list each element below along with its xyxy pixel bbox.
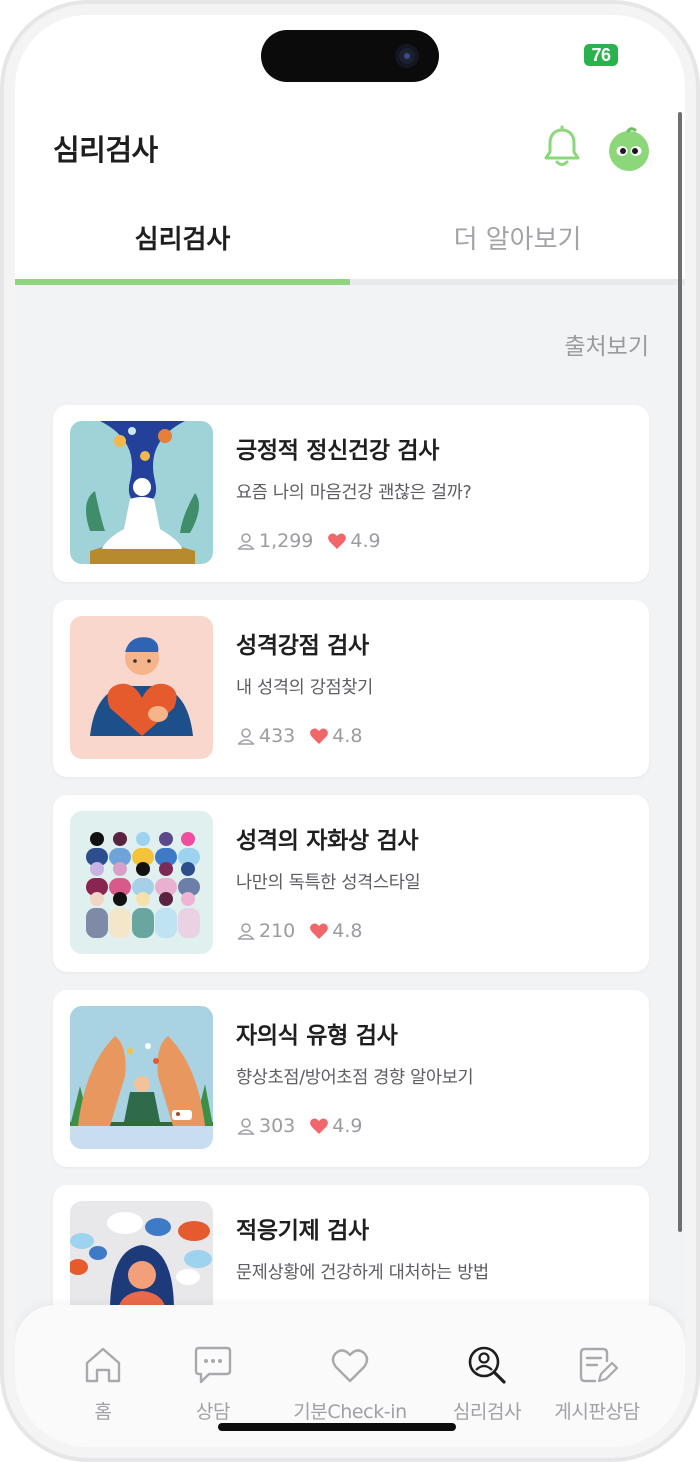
edit-note-icon (579, 1347, 619, 1383)
rating-value: 4.8 (332, 920, 363, 942)
home-icon (85, 1347, 121, 1383)
nav-home[interactable]: 홈 (43, 1305, 163, 1425)
test-meta: 303 4.9 (236, 1114, 362, 1138)
test-meta: 1,299 4.9 (236, 529, 381, 553)
tab-bar: 심리검사 더 알아보기 (15, 205, 685, 285)
nav-label: 상담 (195, 1401, 231, 1423)
camera-icon (395, 44, 419, 68)
person-icon (237, 728, 255, 745)
test-meta: 210 4.8 (236, 919, 362, 943)
test-subtitle: 내 성격의 강점찾기 (236, 678, 373, 698)
test-card-self-portrait[interactable]: 성격의 자화상 검사 나만의 독특한 성격스타일 210 4.8 (53, 795, 649, 972)
chat-bubble-icon (194, 1346, 232, 1384)
nav-counseling[interactable]: 상담 (153, 1305, 273, 1425)
heart-icon (310, 1118, 329, 1134)
test-title: 성격의 자화상 검사 (236, 828, 419, 854)
tab-psych-test[interactable]: 심리검사 (15, 205, 350, 281)
test-subtitle: 문제상황에 건강하게 대처하는 방법 (236, 1263, 489, 1283)
nav-label: 게시판상담 (554, 1401, 640, 1423)
nav-label: 심리검사 (452, 1401, 522, 1423)
participant-count: 210 (259, 920, 296, 942)
test-meta: 433 4.8 (236, 724, 362, 748)
header: 76 심리검사 심리검사 더 알아보기 (15, 15, 685, 285)
nav-label: 홈 (94, 1401, 112, 1423)
test-subtitle: 요즘 나의 마음건강 괜찮은 걸까? (236, 483, 472, 503)
test-thumbnail (70, 616, 213, 759)
heart-icon (328, 533, 347, 549)
battery-indicator: 76 (584, 44, 618, 66)
view-source-link[interactable]: 출처보기 (564, 327, 649, 361)
participant-count: 1,299 (259, 530, 314, 552)
home-indicator[interactable] (218, 1423, 456, 1431)
nav-board-counseling[interactable]: 게시판상담 (537, 1305, 657, 1425)
meditation-illustration (70, 421, 213, 564)
test-card-character-strength[interactable]: 성격강점 검사 내 성격의 강점찾기 433 4.8 (53, 600, 649, 777)
test-thumbnail (70, 1006, 213, 1149)
rating-value: 4.9 (332, 1115, 363, 1137)
heart-icon (310, 728, 329, 744)
hands-illustration (70, 1006, 213, 1149)
nav-mood-checkin[interactable]: 기분Check-in (275, 1305, 425, 1425)
test-subtitle: 향상초점/방어초점 경향 알아보기 (236, 1068, 474, 1088)
page-title: 심리검사 (53, 133, 158, 167)
test-card-positive-mental-health[interactable]: 긍정적 정신건강 검사 요즘 나의 마음건강 괜찮은 걸까? 1,299 4.9 (53, 405, 649, 582)
app-screen: 76 심리검사 심리검사 더 알아보기 출처보기 긍정적 정신건강 검사 요즘 … (15, 15, 685, 1447)
participant-count: 303 (259, 1115, 296, 1137)
person-search-icon (468, 1346, 506, 1384)
person-icon (237, 923, 255, 940)
rating-value: 4.8 (332, 725, 363, 747)
test-card-self-consciousness-type[interactable]: 자의식 유형 검사 향상초점/방어초점 경향 알아보기 303 4.9 (53, 990, 649, 1167)
tab-learn-more[interactable]: 더 알아보기 (350, 205, 685, 281)
tab-active-indicator (15, 279, 350, 285)
crowd-illustration (70, 811, 213, 954)
test-title: 자의식 유형 검사 (236, 1023, 398, 1049)
dynamic-island (261, 30, 439, 82)
test-subtitle: 나만의 독특한 성격스타일 (236, 873, 421, 893)
scrollbar[interactable] (678, 112, 682, 1232)
person-icon (237, 533, 255, 550)
test-title: 성격강점 검사 (236, 633, 369, 659)
heart-person-illustration (70, 616, 213, 759)
heart-icon (331, 1349, 369, 1383)
nav-psych-test[interactable]: 심리검사 (427, 1305, 547, 1425)
test-thumbnail (70, 811, 213, 954)
nav-label: 기분Check-in (293, 1401, 407, 1423)
avatar[interactable] (607, 127, 651, 171)
rating-value: 4.9 (350, 530, 381, 552)
test-title: 긍정적 정신건강 검사 (236, 438, 440, 464)
person-icon (237, 1118, 255, 1135)
bell-icon[interactable] (542, 123, 582, 169)
test-title: 적응기제 검사 (236, 1218, 369, 1244)
test-thumbnail (70, 421, 213, 564)
heart-icon (310, 923, 329, 939)
participant-count: 433 (259, 725, 296, 747)
